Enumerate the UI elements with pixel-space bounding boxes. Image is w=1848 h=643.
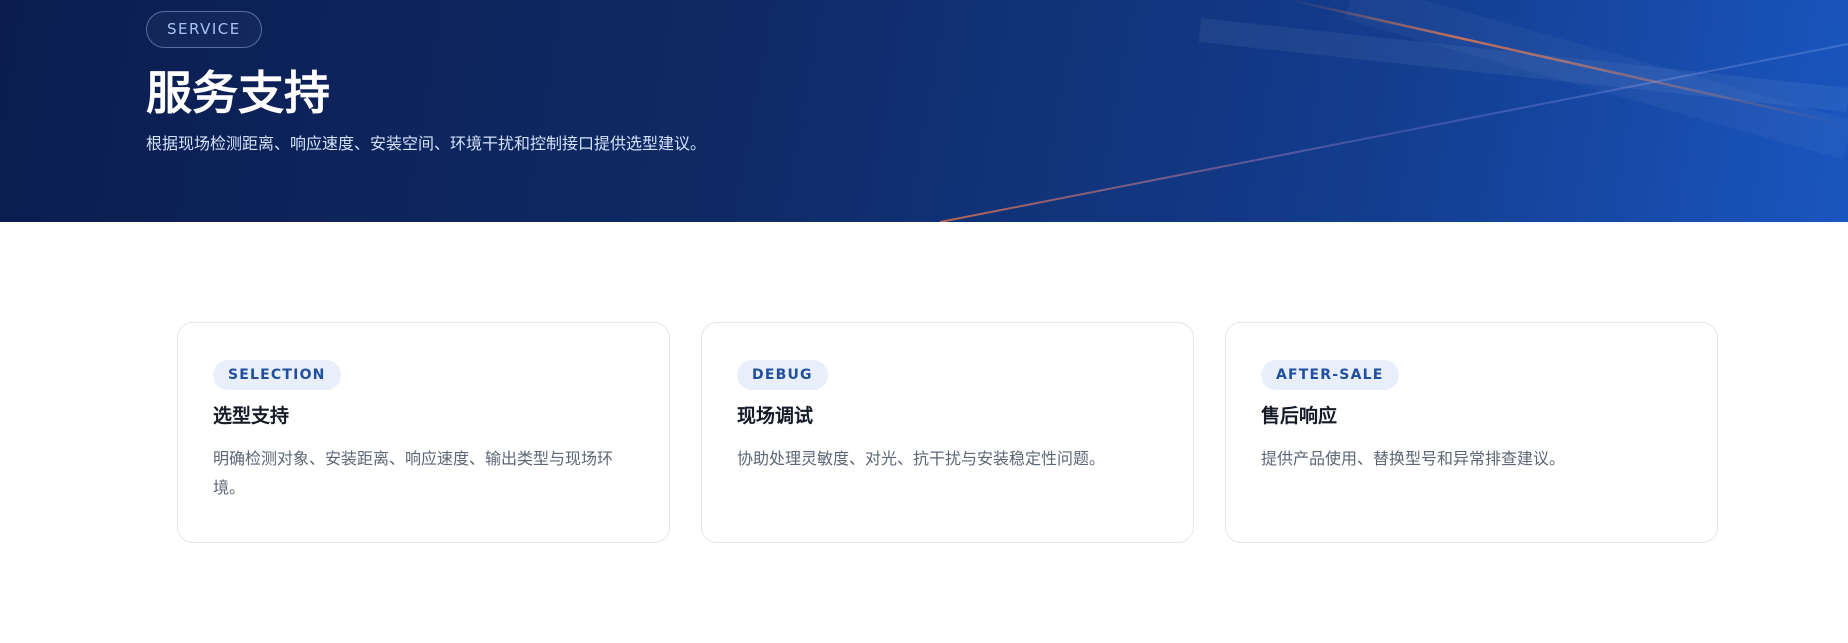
card-tag: DEBUG [737,360,828,390]
hero-content: SERVICE 服务支持 根据现场检测距离、响应速度、安装空间、环境干扰和控制接… [146,11,706,156]
card-description: 明确检测对象、安装距离、响应速度、输出类型与现场环境。 [213,449,614,497]
hero-accent-line [939,43,1848,222]
section-badge: SERVICE [146,11,262,48]
card-title: 现场调试 [737,405,814,427]
service-card-after-sale: AFTER-SALE 售后响应 提供产品使用、替换型号和异常排查建议。 [1225,322,1718,543]
card-title: 选型支持 [213,405,290,427]
card-tag: SELECTION [213,360,341,390]
page-title: 服务支持 [146,66,330,120]
service-card-selection: SELECTION 选型支持 明确检测对象、安装距离、响应速度、输出类型与现场环… [177,322,670,543]
card-description: 提供产品使用、替换型号和异常排查建议。 [1261,449,1566,468]
hero-glow-line [1344,0,1848,160]
card-tag: AFTER-SALE [1261,360,1399,390]
service-card-debug: DEBUG 现场调试 协助处理灵敏度、对光、抗干扰与安装稳定性问题。 [701,322,1194,543]
page-subtitle: 根据现场检测距离、响应速度、安装空间、环境干扰和控制接口提供选型建议。 [146,134,707,153]
card-description: 协助处理灵敏度、对光、抗干扰与安装稳定性问题。 [737,449,1106,468]
service-cards: SELECTION 选型支持 明确检测对象、安装距离、响应速度、输出类型与现场环… [177,322,1718,543]
card-title: 售后响应 [1261,405,1338,427]
service-hero-banner: SERVICE 服务支持 根据现场检测距离、响应速度、安装空间、环境干扰和控制接… [0,0,1848,222]
